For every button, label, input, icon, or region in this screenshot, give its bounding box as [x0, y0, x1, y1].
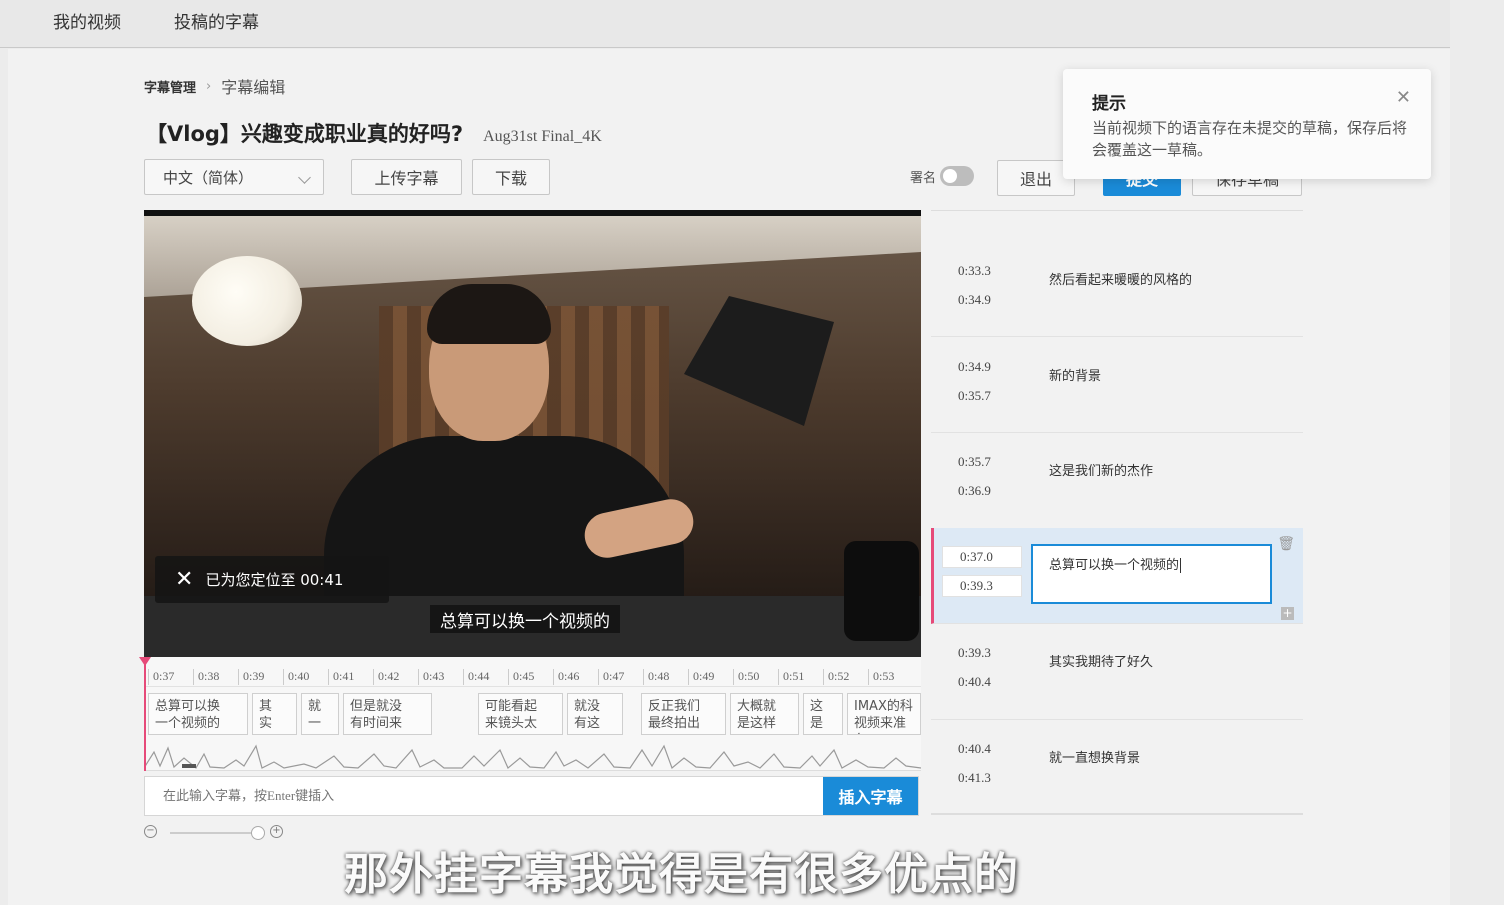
timeline-tick: 0:40 — [283, 669, 309, 685]
subtitle-end-input[interactable]: 0:39.3 — [942, 575, 1022, 597]
timeline-tick: 0:53 — [868, 669, 894, 685]
nav-my-videos[interactable]: 我的视频 — [53, 8, 121, 33]
timeline-tick: 0:44 — [463, 669, 489, 685]
video-caption-overlay: 那外挂字幕我觉得是有很多优点的 — [344, 849, 1019, 900]
chevron-right-icon: › — [206, 78, 212, 94]
tip-body: 当前视频下的语言存在未提交的草稿，保存后将会覆盖这一草稿。 — [1092, 119, 1408, 159]
tip-popup: 提示 ✕ 当前视频下的语言存在未提交的草稿，保存后将会覆盖这一草稿。 — [1063, 69, 1431, 179]
timeline[interactable]: 0:37 0:38 0:39 0:40 0:41 0:42 0:43 0:44 … — [139, 657, 921, 771]
subtitle-start-input[interactable]: 0:37.0 — [942, 546, 1022, 568]
timeline-segment[interactable]: 反正我们 最终拍出 — [641, 693, 726, 735]
top-nav: 我的视频 投稿的字幕 — [0, 0, 1450, 48]
timeline-tick: 0:49 — [688, 669, 714, 685]
subtitle-text: 新的背景 — [1049, 369, 1102, 384]
timeline-segment[interactable]: 就 一 — [301, 693, 339, 735]
subtitle-start-time: 0:40.4 — [958, 741, 991, 756]
scene-softbox — [684, 296, 834, 426]
timeline-playhead[interactable] — [139, 657, 151, 771]
timeline-tick: 0:48 — [643, 669, 669, 685]
subtitle-text: 总算可以换一个视频的 — [1049, 558, 1180, 573]
timeline-segment[interactable]: 但是就没 有时间来 — [343, 693, 432, 735]
timeline-segment[interactable]: IMAX的科 视频来准备 — [847, 693, 921, 735]
subtitle-row[interactable]: 0:35.7 0:36.9 这是我们新的杰作 — [931, 433, 1303, 529]
timeline-tick: 0:38 — [193, 669, 219, 685]
title-row: 【Vlog】兴趣变成职业真的好吗? Aug31st Final_4K — [146, 118, 602, 148]
timeline-tick: 0:43 — [418, 669, 444, 685]
video-title: 【Vlog】兴趣变成职业真的好吗? — [146, 122, 464, 146]
sign-toggle[interactable] — [940, 166, 974, 186]
timeline-tick: 0:47 — [598, 669, 624, 685]
nav-submitted-subtitles[interactable]: 投稿的字幕 — [174, 8, 259, 33]
subtitle-end-time: 0:34.9 — [958, 292, 991, 307]
timeline-segment[interactable]: 大概就 是这样 — [730, 693, 799, 735]
subtitle-row[interactable]: 0:40.4 0:41.3 就一直想换背景 — [931, 720, 1303, 813]
breadcrumb-subtitle-manage[interactable]: 字幕管理 — [144, 77, 196, 96]
subtitle-row-active[interactable]: 0:37.0 0:39.3 总算可以换一个视频的 🗑 + — [931, 528, 1303, 624]
subtitle-text: 这是我们新的杰作 — [1049, 464, 1154, 479]
scene-camera-lens — [844, 541, 919, 641]
timeline-segment[interactable]: 其 实 — [252, 693, 297, 735]
timeline-tick: 0:46 — [553, 669, 579, 685]
timeline-zoom: − + — [144, 825, 289, 841]
timeline-tick: 0:41 — [328, 669, 354, 685]
subtitle-list: 0:33.3 0:34.9 然后看起来暖暖的风格的 0:34.9 0:35.7 … — [931, 210, 1303, 815]
timeline-segment[interactable]: 可能看起 来镜头太 — [478, 693, 563, 735]
timeline-tick: 0:37 — [148, 669, 174, 685]
subtitle-start-time: 0:35.7 — [958, 454, 991, 469]
breadcrumb: 字幕管理 › 字幕编辑 — [144, 74, 285, 98]
insert-subtitle-bar: 插入字幕 — [144, 776, 919, 816]
language-select[interactable]: 中文（简体） — [144, 159, 324, 195]
subtitle-text-editor[interactable]: 总算可以换一个视频的 — [1031, 544, 1272, 604]
video-file-name: Aug31st Final_4K — [483, 128, 602, 145]
timeline-tick: 0:50 — [733, 669, 759, 685]
zoom-in-icon[interactable]: + — [270, 825, 283, 838]
breadcrumb-current: 字幕编辑 — [221, 78, 286, 97]
toggle-knob — [943, 169, 957, 183]
subtitle-start-time: 0:34.9 — [958, 359, 991, 374]
zoom-out-icon[interactable]: − — [144, 825, 157, 838]
timeline-segment[interactable]: 这 是 — [803, 693, 843, 735]
timeline-tick: 0:52 — [823, 669, 849, 685]
timeline-ruler: 0:37 0:38 0:39 0:40 0:41 0:42 0:43 0:44 … — [144, 657, 921, 687]
subtitle-text: 就一直想换背景 — [1049, 751, 1141, 766]
subtitle-end-time: 0:35.7 — [958, 388, 991, 403]
language-select-value: 中文（简体） — [163, 168, 254, 187]
close-icon[interactable]: ✕ — [175, 568, 193, 591]
timeline-tick: 0:42 — [373, 669, 399, 685]
subtitle-row[interactable]: 0:39.3 0:40.4 其实我期待了好久 — [931, 624, 1303, 720]
seek-toast: ✕ 已为您定位至 00:41 — [155, 556, 389, 603]
subtitle-start-time: 0:33.3 — [958, 263, 991, 278]
zoom-slider-track[interactable] — [170, 832, 260, 834]
subtitle-text: 其实我期待了好久 — [1049, 655, 1154, 670]
zoom-slider-handle[interactable] — [251, 826, 265, 840]
subtitle-end-time: 0:36.9 — [958, 483, 991, 498]
timeline-segment[interactable]: 总算可以换 一个视频的 — [148, 693, 248, 735]
subtitle-end-time: 0:41.3 — [958, 770, 991, 785]
subtitle-text: 然后看起来暖暖的风格的 — [1049, 273, 1193, 288]
insert-subtitle-button[interactable]: 插入字幕 — [823, 777, 918, 815]
audio-waveform — [144, 744, 921, 770]
text-cursor — [1180, 558, 1182, 573]
scene-lamp — [192, 256, 302, 346]
scene-person-hair — [427, 284, 551, 344]
timeline-segment[interactable]: 就没 有这 — [567, 693, 623, 735]
subtitle-row[interactable]: 0:33.3 0:34.9 然后看起来暖暖的风格的 — [931, 241, 1303, 337]
timeline-tick: 0:45 — [508, 669, 534, 685]
upload-subtitle-button[interactable]: 上传字幕 — [351, 159, 462, 195]
download-button[interactable]: 下载 — [472, 159, 550, 195]
subtitle-row[interactable]: 0:34.9 0:35.7 新的背景 — [931, 337, 1303, 433]
trash-icon[interactable]: 🗑 — [1277, 536, 1295, 552]
seek-toast-text: 已为您定位至 00:41 — [205, 571, 344, 589]
sign-label: 署名 — [910, 171, 937, 186]
tip-title: 提示 — [1092, 94, 1126, 114]
plus-icon[interactable]: + — [1281, 607, 1294, 620]
close-icon[interactable]: ✕ — [1396, 87, 1411, 108]
subtitle-end-time: 0:40.4 — [958, 674, 991, 689]
subtitle-start-time: 0:39.3 — [958, 645, 991, 660]
video-subtitle-overlay: 总算可以换一个视频的 — [430, 605, 620, 633]
timeline-tick: 0:51 — [778, 669, 804, 685]
chevron-down-icon — [298, 171, 311, 184]
timeline-tick: 0:39 — [238, 669, 264, 685]
insert-subtitle-input[interactable] — [145, 777, 824, 815]
